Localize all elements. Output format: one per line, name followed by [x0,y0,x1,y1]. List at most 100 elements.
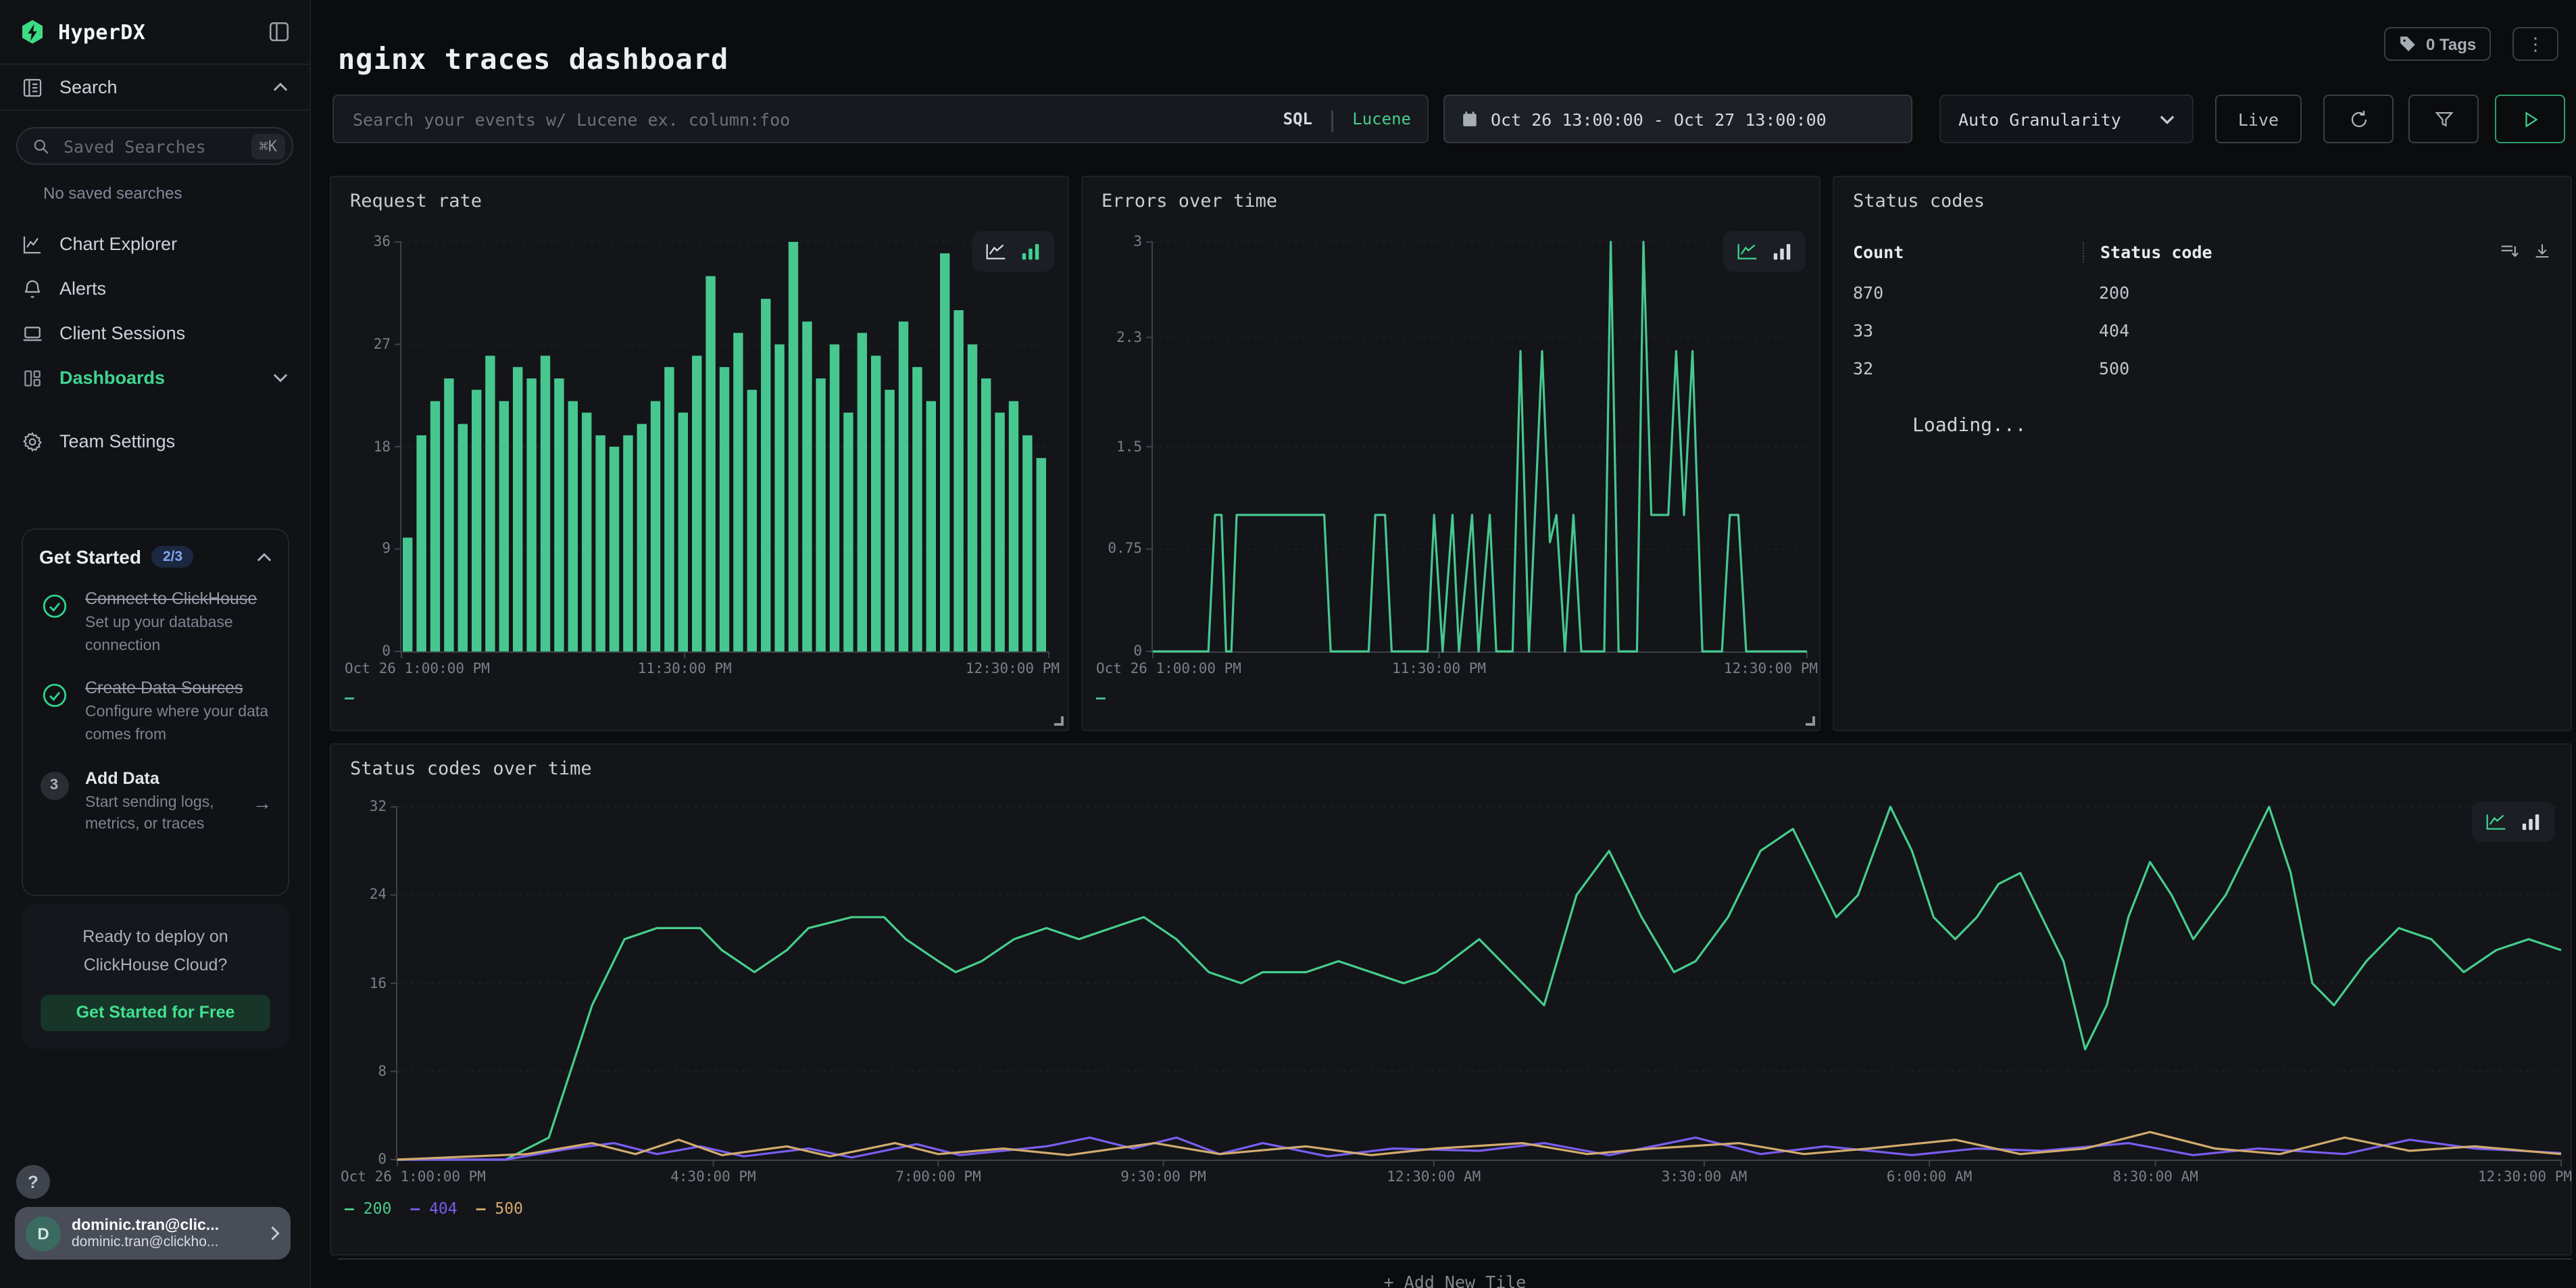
y-axis-tick-label: 0 [1133,643,1142,660]
get-started-step-connect[interactable]: Connect to ClickHouse Set up your databa… [39,589,272,658]
x-axis-tick-label: Oct 26 1:00:00 PM [345,661,490,677]
chart-type-toggle [972,231,1054,272]
chart-legend: — [1096,688,1106,707]
search-list-icon [22,76,43,98]
table-row[interactable]: 32 500 [1853,358,2552,378]
user-menu[interactable]: D dominic.tran@clic... dominic.tran@clic… [15,1207,291,1260]
line-chart-icon[interactable] [985,242,1007,261]
get-started-progress-badge: 2/3 [152,546,193,568]
lucene-mode-toggle[interactable]: Lucene [1352,109,1411,128]
mode-separator: | [1326,106,1339,132]
cell-count: 33 [1853,320,2083,341]
x-axis-tick-label: 3:30:00 AM [1662,1169,1747,1185]
bar-chart-icon[interactable] [1020,242,1041,261]
request-rate-chart[interactable]: 09182736Oct 26 1:00:00 PM11:30:00 PM12:3… [400,242,1049,653]
page-title: nginx traces dashboard [338,43,728,76]
sidebar-item-alerts[interactable]: Alerts [0,266,309,311]
sidebar-item-label: Chart Explorer [59,234,288,254]
resize-handle[interactable] [1806,716,1815,726]
step-number-badge: 3 [39,768,69,837]
errors-chart[interactable]: 00.751.52.33Oct 26 1:00:00 PM11:30:00 PM… [1151,242,1807,653]
panel-status-codes-over-time: Status codes over time 08162432Oct 26 1:… [330,743,2572,1256]
step-desc: Configure where your data comes from [85,702,272,747]
bar-chart-icon[interactable] [2521,812,2541,831]
sidebar-item-client-sessions[interactable]: Client Sessions [0,311,309,355]
chart-legend: — [345,688,354,707]
line-chart-icon[interactable] [2485,812,2507,831]
cell-count: 32 [1853,358,2083,378]
user-name: dominic.tran@clic... [72,1217,259,1233]
refresh-button[interactable] [2323,95,2394,143]
deploy-promo-card: Ready to deploy on ClickHouse Cloud? Get… [22,904,289,1049]
step-desc: Set up your database connection [85,612,272,658]
x-axis-tick-label: 6:00:00 AM [1887,1169,1972,1185]
sidebar-item-team-settings[interactable]: Team Settings [0,419,309,464]
panel-toggle-icon [268,20,291,43]
main-content: nginx traces dashboard 0 Tags ⋮ SQL | Lu… [312,0,2576,1288]
saved-searches-input[interactable] [61,134,241,157]
tags-button[interactable]: 0 Tags [2384,27,2491,61]
y-axis-tick-label: 24 [370,887,387,903]
panel-errors-over-time: Errors over time 00.751.52.33Oct 26 1:00… [1081,176,1820,731]
get-started-title: Get Started [39,546,141,568]
granularity-value: Auto Granularity [1958,109,2121,129]
step-desc: Start sending logs, metrics, or traces [85,791,237,837]
filter-icon [2433,109,2454,129]
sidebar-nav: Chart Explorer Alerts Client Sessions Da… [0,211,309,464]
status-codes-chart[interactable]: 08162432Oct 26 1:00:00 PM4:30:00 PM7:00:… [396,807,2561,1161]
arrow-right-icon: → [253,792,272,814]
get-started-step-sources[interactable]: Create Data Sources Configure where your… [39,679,272,747]
y-axis-tick-label: 32 [370,799,387,815]
legend-item-500[interactable]: — 500 [476,1199,523,1218]
cell-status-code: 200 [2083,282,2552,303]
cell-count: 870 [1853,282,2083,303]
sql-mode-toggle[interactable]: SQL [1283,109,1312,128]
panel-request-rate: Request rate 09182736Oct 26 1:00:00 PM11… [330,176,1069,731]
panel-title: Status codes [1853,191,1985,212]
y-axis-tick-label: 8 [378,1064,387,1080]
panel-status-codes: Status codes Count Status code 870 200 3… [1833,176,2572,731]
calendar-icon [1461,109,1479,128]
column-header-count[interactable]: Count [1853,242,2083,262]
get-started-free-button[interactable]: Get Started for Free [41,994,270,1031]
chevron-up-icon[interactable] [257,552,272,562]
date-range-picker[interactable]: Oct 26 13:00:00 - Oct 27 13:00:00 [1443,95,1912,143]
legend-series-dash: — [345,688,354,707]
x-axis-tick-label: 12:30:00 PM [1724,661,1818,677]
step-title: Add Data [85,768,237,787]
sidebar-item-chart-explorer[interactable]: Chart Explorer [0,222,309,266]
get-started-card: Get Started 2/3 Connect to ClickHouse Se… [22,528,289,896]
y-axis-tick-label: 0.75 [1108,541,1142,558]
dashboard-menu-button[interactable]: ⋮ [2512,27,2558,61]
add-new-tile-button[interactable]: + Add New Tile [338,1258,2572,1288]
get-started-step-add-data[interactable]: 3 Add Data Start sending logs, metrics, … [39,768,272,837]
table-row[interactable]: 33 404 [1853,320,2552,341]
saved-searches-box[interactable]: ⌘K [16,127,293,165]
resize-handle[interactable] [1054,716,1064,726]
line-chart-icon[interactable] [1737,242,1758,261]
bar-chart-icon[interactable] [1772,242,1792,261]
table-row[interactable]: 870 200 [1853,282,2552,303]
event-search-input[interactable] [350,107,1270,130]
tags-label: 0 Tags [2426,34,2476,53]
chevron-down-icon [2160,114,2175,124]
x-axis-tick-label: 12:30:00 AM [1387,1169,1481,1185]
x-axis-tick-label: 11:30:00 PM [638,661,732,677]
granularity-select[interactable]: Auto Granularity [1939,95,2194,143]
cell-status-code: 500 [2083,358,2552,378]
sidebar-item-dashboards[interactable]: Dashboards [0,355,309,400]
y-axis-tick-label: 9 [382,541,391,558]
help-button[interactable]: ? [16,1165,50,1199]
sort-icon[interactable] [2499,242,2519,262]
run-query-button[interactable] [2495,95,2565,143]
filter-button[interactable] [2408,95,2479,143]
download-icon[interactable] [2533,242,2552,262]
column-header-status-code[interactable]: Status code [2083,242,2499,262]
live-button[interactable]: Live [2215,95,2302,143]
y-axis-tick-label: 16 [370,975,387,991]
chart-type-toggle [2472,801,2554,842]
legend-item-404[interactable]: — 404 [410,1199,457,1218]
sidebar-item-search[interactable]: Search [0,65,309,111]
sidebar-collapse-button[interactable] [268,20,291,43]
legend-item-200[interactable]: — 200 [345,1199,391,1218]
